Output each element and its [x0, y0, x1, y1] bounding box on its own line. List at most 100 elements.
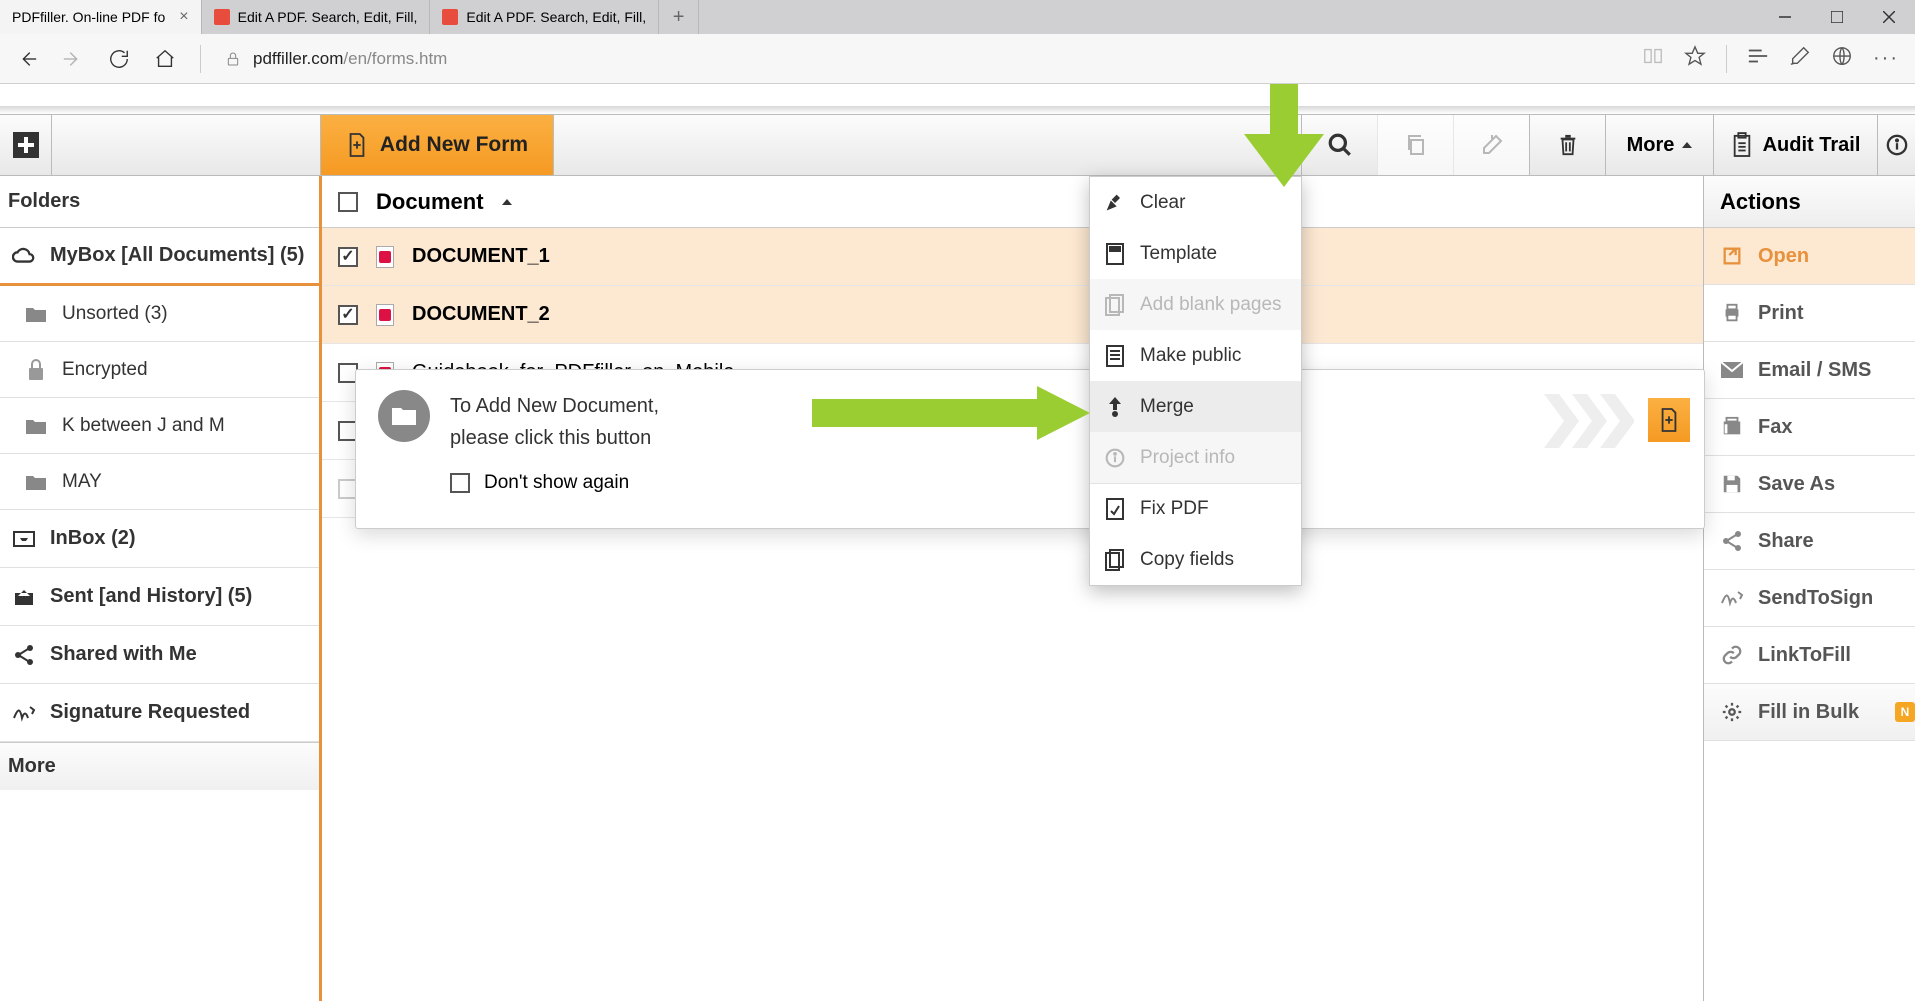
- instruction-arrow-down: [1244, 84, 1324, 189]
- action-save-as[interactable]: Save As: [1704, 456, 1915, 513]
- folder-icon: [24, 470, 48, 494]
- action-share[interactable]: Share: [1704, 513, 1915, 570]
- menu-item-template[interactable]: Template: [1090, 228, 1301, 279]
- reading-view-icon[interactable]: [1642, 45, 1664, 72]
- app-icon: [442, 9, 458, 25]
- copy-button[interactable]: [1377, 115, 1453, 175]
- dont-show-label: Don't show again: [484, 472, 629, 494]
- document-name: DOCUMENT_2: [412, 303, 550, 326]
- tooltip-add-button[interactable]: [1648, 398, 1690, 442]
- favorite-icon[interactable]: [1684, 45, 1706, 72]
- action-label: LinkToFill: [1758, 644, 1851, 667]
- sidebar-item-encrypted[interactable]: Encrypted: [0, 342, 319, 398]
- template-icon: [1104, 243, 1126, 265]
- url-field[interactable]: pdffiller.com/en/forms.htm: [225, 49, 1618, 69]
- audit-trail-button[interactable]: Audit Trail: [1713, 115, 1877, 175]
- action-print[interactable]: Print: [1704, 285, 1915, 342]
- sidebar-item-inbox[interactable]: InBox (2): [0, 510, 319, 568]
- sidebar-item-label: Unsorted (3): [62, 303, 168, 325]
- menu-label: Fix PDF: [1140, 498, 1209, 520]
- pencil-icon: [1480, 133, 1504, 157]
- document-name: DOCUMENT_1: [412, 245, 550, 268]
- merge-icon: [1104, 396, 1126, 418]
- menu-item-merge[interactable]: Merge: [1090, 381, 1301, 432]
- row-checkbox[interactable]: [338, 247, 358, 267]
- hub-icon[interactable]: [1747, 47, 1769, 70]
- menu-label: Template: [1140, 243, 1217, 265]
- table-row[interactable]: DOCUMENT_2: [322, 286, 1703, 344]
- sidebar-item-sent[interactable]: Sent [and History] (5): [0, 568, 319, 626]
- forward-button[interactable]: [62, 48, 84, 70]
- sidebar-item-label: Signature Requested: [50, 701, 250, 724]
- delete-button[interactable]: [1529, 115, 1605, 175]
- menu-label: Add blank pages: [1140, 294, 1282, 316]
- tab-3[interactable]: Edit A PDF. Search, Edit, Fill,: [430, 0, 659, 34]
- sidebar-item-signature[interactable]: Signature Requested: [0, 684, 319, 742]
- sidebar-item-label: MyBox [All Documents] (5): [50, 244, 304, 267]
- action-label: Fill in Bulk: [1758, 701, 1859, 724]
- open-icon: [1720, 244, 1744, 268]
- broom-icon: [1104, 192, 1126, 214]
- action-linktofill[interactable]: LinkToFill: [1704, 627, 1915, 684]
- action-fax[interactable]: Fax: [1704, 399, 1915, 456]
- sidebar-item-label: Encrypted: [62, 359, 148, 381]
- minimize-button[interactable]: [1759, 0, 1811, 34]
- menu-label: Merge: [1140, 396, 1194, 418]
- pdf-icon: [376, 304, 394, 326]
- action-email[interactable]: Email / SMS: [1704, 342, 1915, 399]
- sidebar-item-mybox[interactable]: MyBox [All Documents] (5): [0, 228, 319, 286]
- sidebar-item-unsorted[interactable]: Unsorted (3): [0, 286, 319, 342]
- tooltip-line-1: To Add New Document,: [450, 390, 659, 422]
- close-icon[interactable]: ×: [179, 8, 188, 26]
- refresh-button[interactable]: [108, 48, 130, 70]
- info-button[interactable]: [1877, 115, 1915, 175]
- notes-icon[interactable]: [1789, 45, 1811, 72]
- table-row[interactable]: DOCUMENT_1: [322, 228, 1703, 286]
- new-tab-button[interactable]: +: [659, 0, 699, 34]
- sidebar-item-label: K between J and M: [62, 415, 225, 437]
- actions-header: Actions: [1704, 176, 1915, 228]
- add-folder-button[interactable]: [0, 115, 52, 175]
- action-open[interactable]: Open: [1704, 228, 1915, 285]
- sent-icon: [12, 585, 36, 609]
- action-sendtosign[interactable]: SendToSign: [1704, 570, 1915, 627]
- sidebar-item-label: Sent [and History] (5): [50, 585, 252, 608]
- select-all-checkbox[interactable]: [338, 192, 358, 212]
- bulk-icon: [1720, 700, 1744, 724]
- add-new-form-button[interactable]: Add New Form: [321, 115, 554, 175]
- more-menu-dropdown: Clear Template Add blank pages Make publ…: [1089, 176, 1302, 586]
- add-form-label: Add New Form: [380, 133, 528, 157]
- dont-show-checkbox[interactable]: [450, 473, 470, 493]
- url-path: /en/forms.htm: [343, 49, 447, 68]
- folders-sidebar: Folders MyBox [All Documents] (5) Unsort…: [0, 176, 322, 1001]
- action-fill-in-bulk[interactable]: Fill in BulkN: [1704, 684, 1915, 741]
- more-browser-icon[interactable]: ···: [1873, 47, 1899, 70]
- folder-home-icon: [24, 302, 48, 326]
- more-label: More: [1627, 134, 1675, 157]
- info-icon: [1104, 447, 1126, 469]
- menu-item-fix-pdf[interactable]: Fix PDF: [1090, 483, 1301, 534]
- row-checkbox[interactable]: [338, 305, 358, 325]
- home-button[interactable]: [154, 48, 176, 70]
- maximize-button[interactable]: [1811, 0, 1863, 34]
- sidebar-item-shared[interactable]: Shared with Me: [0, 626, 319, 684]
- menu-item-copy-fields[interactable]: Copy fields: [1090, 534, 1301, 585]
- action-label: Share: [1758, 530, 1814, 553]
- copy-icon: [1404, 133, 1428, 157]
- rename-button[interactable]: [1453, 115, 1529, 175]
- sidebar-more[interactable]: More: [0, 742, 319, 790]
- menu-item-make-public[interactable]: Make public: [1090, 330, 1301, 381]
- more-button[interactable]: More: [1605, 115, 1713, 175]
- document-list-header[interactable]: Document: [322, 176, 1703, 228]
- action-label: Save As: [1758, 473, 1835, 496]
- document-list: Document DOCUMENT_1 DOCUMENT_2 Guidebook…: [322, 176, 1703, 1001]
- app-toolbar: Add New Form More Audit Trail: [0, 114, 1915, 176]
- folder-icon: [24, 414, 48, 438]
- close-window-button[interactable]: [1863, 0, 1915, 34]
- share-web-icon[interactable]: [1831, 45, 1853, 72]
- back-button[interactable]: [16, 48, 38, 70]
- sidebar-item-k-between[interactable]: K between J and M: [0, 398, 319, 454]
- tab-1[interactable]: PDFfiller. On-line PDF fo ×: [0, 0, 202, 34]
- sidebar-item-may[interactable]: MAY: [0, 454, 319, 510]
- tab-2[interactable]: Edit A PDF. Search, Edit, Fill,: [202, 0, 431, 34]
